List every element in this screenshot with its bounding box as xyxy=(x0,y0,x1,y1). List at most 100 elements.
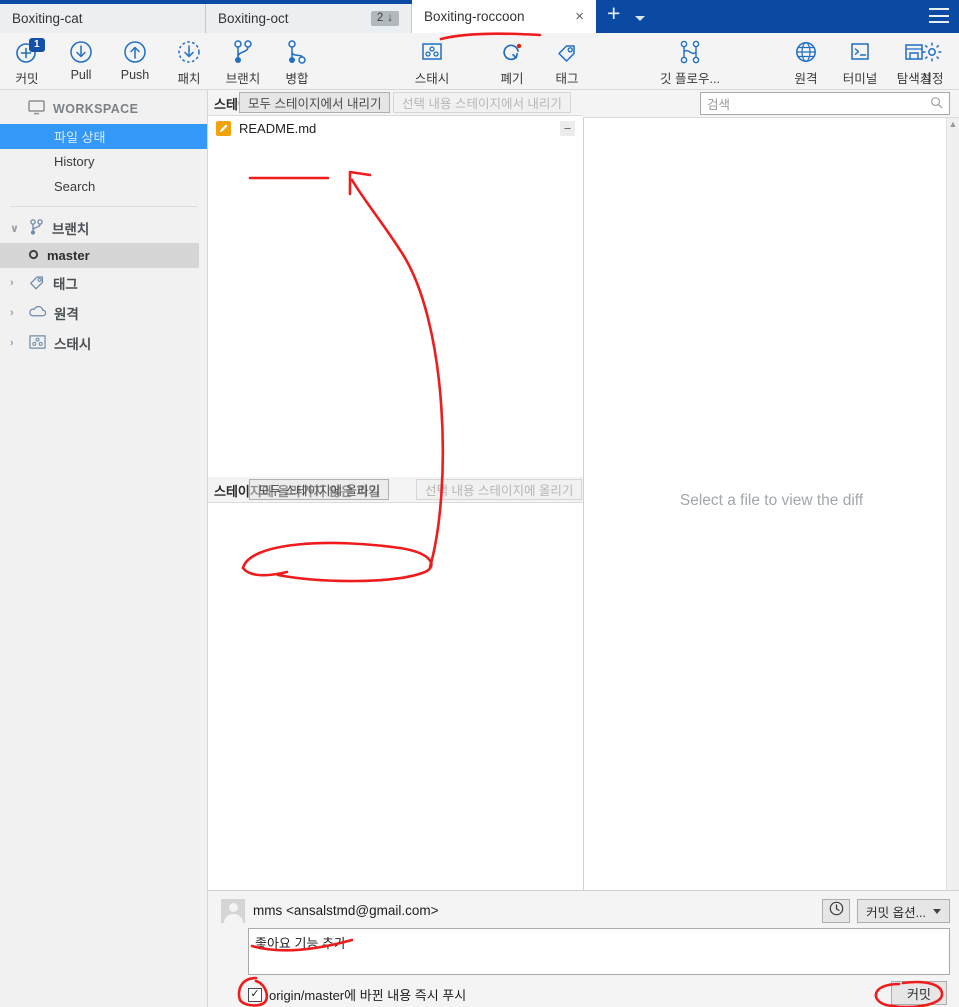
toolbar-button-label: 원격 xyxy=(794,72,818,86)
sidebar-group-stashes[interactable]: › 스태시 xyxy=(0,328,207,358)
diff-empty-message: Select a file to view the diff xyxy=(679,492,864,509)
toolbar-terminal-button[interactable]: 터미널 xyxy=(833,37,887,87)
tab-boxiting-roccoon[interactable]: Boxiting-roccoon × xyxy=(412,0,596,33)
toolbar-tag-button[interactable]: 태그 xyxy=(540,37,594,87)
staged-section-header: 스테이지에 올라간 파일 모두 스테이지에서 내리기 선택 내용 스테이지에서 … xyxy=(208,90,583,116)
unstaged-section-header: 스테이지에 올라가지 않은 파일 모두 스테이지에 올리기 선택 내용 스테이지… xyxy=(208,477,583,503)
sidebar-item-file-status[interactable]: 파일 상태 xyxy=(0,124,207,149)
terminal-icon xyxy=(833,37,887,67)
file-name: README.md xyxy=(239,120,317,136)
branch-icon xyxy=(216,37,270,67)
toolbar-stash-button[interactable]: 스태시 xyxy=(405,37,459,87)
sidebar-group-remotes[interactable]: › 원격 xyxy=(0,298,207,328)
toolbar-button-label: 폐기 xyxy=(500,72,524,86)
commit-options-dropdown[interactable]: 커밋 옵션... xyxy=(857,899,950,923)
push-immediately-row[interactable]: ✓ origin/master에 바뀐 내용 즉시 푸시 xyxy=(248,985,466,1004)
branch-icon xyxy=(28,218,45,239)
toolbar-commit-button[interactable]: 1 커밋 xyxy=(0,37,54,87)
toolbar-button-label: 패치 xyxy=(177,72,201,86)
sidebar-item-label: 파일 상태 xyxy=(54,130,106,145)
commit-button[interactable]: 커밋 xyxy=(891,981,947,1005)
toolbar-git-flow-button[interactable]: 깃 플로우... xyxy=(654,37,726,87)
toolbar-remote-button[interactable]: 원격 xyxy=(779,37,833,87)
stage-all-button[interactable]: 모두 스테이지에 올리기 xyxy=(249,479,389,500)
twisty-closed-icon[interactable]: › xyxy=(10,337,21,349)
workspace-label: WORKSPACE xyxy=(53,102,139,116)
toolbar-branch-button[interactable]: 브랜치 xyxy=(216,37,270,87)
toolbar-pull-button[interactable]: Pull xyxy=(54,37,108,82)
twisty-open-icon[interactable]: ∨ xyxy=(10,222,21,235)
sidebar: WORKSPACE 파일 상태 History Search ∨ 브랜치 mas… xyxy=(0,90,208,1007)
chevron-down-icon[interactable] xyxy=(635,15,646,21)
branch-dot-icon xyxy=(28,248,39,263)
fetch-dashed-arrow-icon xyxy=(162,37,216,67)
toolbar-button-label: 브랜치 xyxy=(225,72,261,86)
commit-count-badge: 1 xyxy=(29,38,45,52)
push-up-arrow-icon xyxy=(108,37,162,67)
hamburger-icon[interactable] xyxy=(929,8,949,23)
toolbar-button-label: 설정 xyxy=(920,72,944,86)
diff-panel: Select a file to view the diff ▲ xyxy=(583,118,959,890)
discard-refresh-icon xyxy=(485,37,539,67)
toolbar-discard-button[interactable]: 폐기 xyxy=(485,37,539,87)
sidebar-group-label: 스태시 xyxy=(54,337,92,352)
unstage-all-button[interactable]: 모두 스테이지에서 내리기 xyxy=(239,92,391,113)
sidebar-group-label: 태그 xyxy=(53,277,78,292)
sidebar-branch-label: master xyxy=(47,248,90,263)
tab-label: Boxiting-oct xyxy=(218,11,289,26)
unstage-file-icon[interactable]: − xyxy=(560,120,575,136)
sidebar-item-history[interactable]: History xyxy=(0,149,207,174)
search-input[interactable]: 검색 xyxy=(700,92,950,115)
stash-icon xyxy=(28,334,47,353)
pull-down-arrow-icon xyxy=(54,37,108,67)
search-placeholder: 검색 xyxy=(707,98,731,112)
tag-icon xyxy=(28,273,46,294)
tab-badge-ahead-behind: 2 ↓ xyxy=(370,11,399,26)
tab-boxiting-oct[interactable]: Boxiting-oct 2 ↓ xyxy=(206,4,412,33)
twisty-closed-icon[interactable]: › xyxy=(10,307,21,319)
sidebar-item-search[interactable]: Search xyxy=(0,174,207,199)
sidebar-branch-master[interactable]: master xyxy=(0,243,199,268)
tab-label: Boxiting-cat xyxy=(12,11,83,26)
sidebar-group-tags[interactable]: › 태그 xyxy=(0,268,207,298)
chevron-down-icon xyxy=(933,908,941,914)
avatar xyxy=(221,899,245,923)
tab-badge-count: 2 xyxy=(376,12,384,24)
sidebar-divider xyxy=(10,206,197,207)
toolbar-push-button[interactable]: Push xyxy=(108,37,162,82)
list-item[interactable]: README.md − xyxy=(208,116,583,140)
monitor-icon xyxy=(28,100,45,118)
close-icon[interactable]: × xyxy=(575,9,584,24)
sidebar-group-branches[interactable]: ∨ 브랜치 xyxy=(0,213,207,243)
commit-history-button[interactable] xyxy=(822,899,850,923)
sidebar-group-label: 브랜치 xyxy=(52,222,90,237)
toolbar-button-label: 깃 플로우... xyxy=(660,72,720,86)
push-immediately-label: origin/master에 바뀐 내용 즉시 푸시 xyxy=(269,988,467,1003)
commit-message-input[interactable]: 좋아요 기능 추가 xyxy=(248,928,950,975)
sidebar-item-label: Search xyxy=(54,179,96,194)
staged-file-list[interactable]: README.md − xyxy=(208,116,583,477)
unstage-selected-button[interactable]: 선택 내용 스테이지에서 내리기 xyxy=(393,92,571,113)
toolbar-merge-button[interactable]: 병합 xyxy=(270,37,324,87)
commit-panel: mms <ansalstmd@gmail.com> 커밋 옵션... 좋아요 기… xyxy=(208,890,959,1007)
sidebar-item-label: History xyxy=(54,154,95,169)
stage-selected-button[interactable]: 선택 내용 스테이지에 올리기 xyxy=(416,479,583,500)
scroll-up-icon[interactable]: ▲ xyxy=(947,118,959,131)
file-status-panel: 스테이지에 올라간 파일 모두 스테이지에서 내리기 선택 내용 스테이지에서 … xyxy=(208,90,583,890)
twisty-closed-icon[interactable]: › xyxy=(10,277,21,289)
toolbar-button-label: 병합 xyxy=(285,72,309,86)
settings-gear-icon xyxy=(905,37,959,67)
tab-label: Boxiting-roccoon xyxy=(424,9,525,24)
push-immediately-checkbox[interactable]: ✓ xyxy=(248,987,262,1002)
new-tab-icon[interactable]: + xyxy=(596,1,629,30)
commit-options-label: 커밋 옵션... xyxy=(866,905,926,920)
diff-scrollbar[interactable]: ▲ xyxy=(946,118,959,890)
toolbar-settings-button[interactable]: 설정 xyxy=(905,37,959,87)
tab-boxiting-cat[interactable]: Boxiting-cat xyxy=(0,4,206,33)
tab-badge-arrow-icon: ↓ xyxy=(387,12,393,24)
tab-bar: Boxiting-cat Boxiting-oct 2 ↓ Boxiting-r… xyxy=(0,0,959,33)
toolbar-fetch-button[interactable]: 패치 xyxy=(162,37,216,87)
sidebar-group-label: 원격 xyxy=(54,307,79,322)
unstaged-file-list[interactable] xyxy=(208,503,583,857)
commit-author: mms <ansalstmd@gmail.com> xyxy=(253,903,439,918)
